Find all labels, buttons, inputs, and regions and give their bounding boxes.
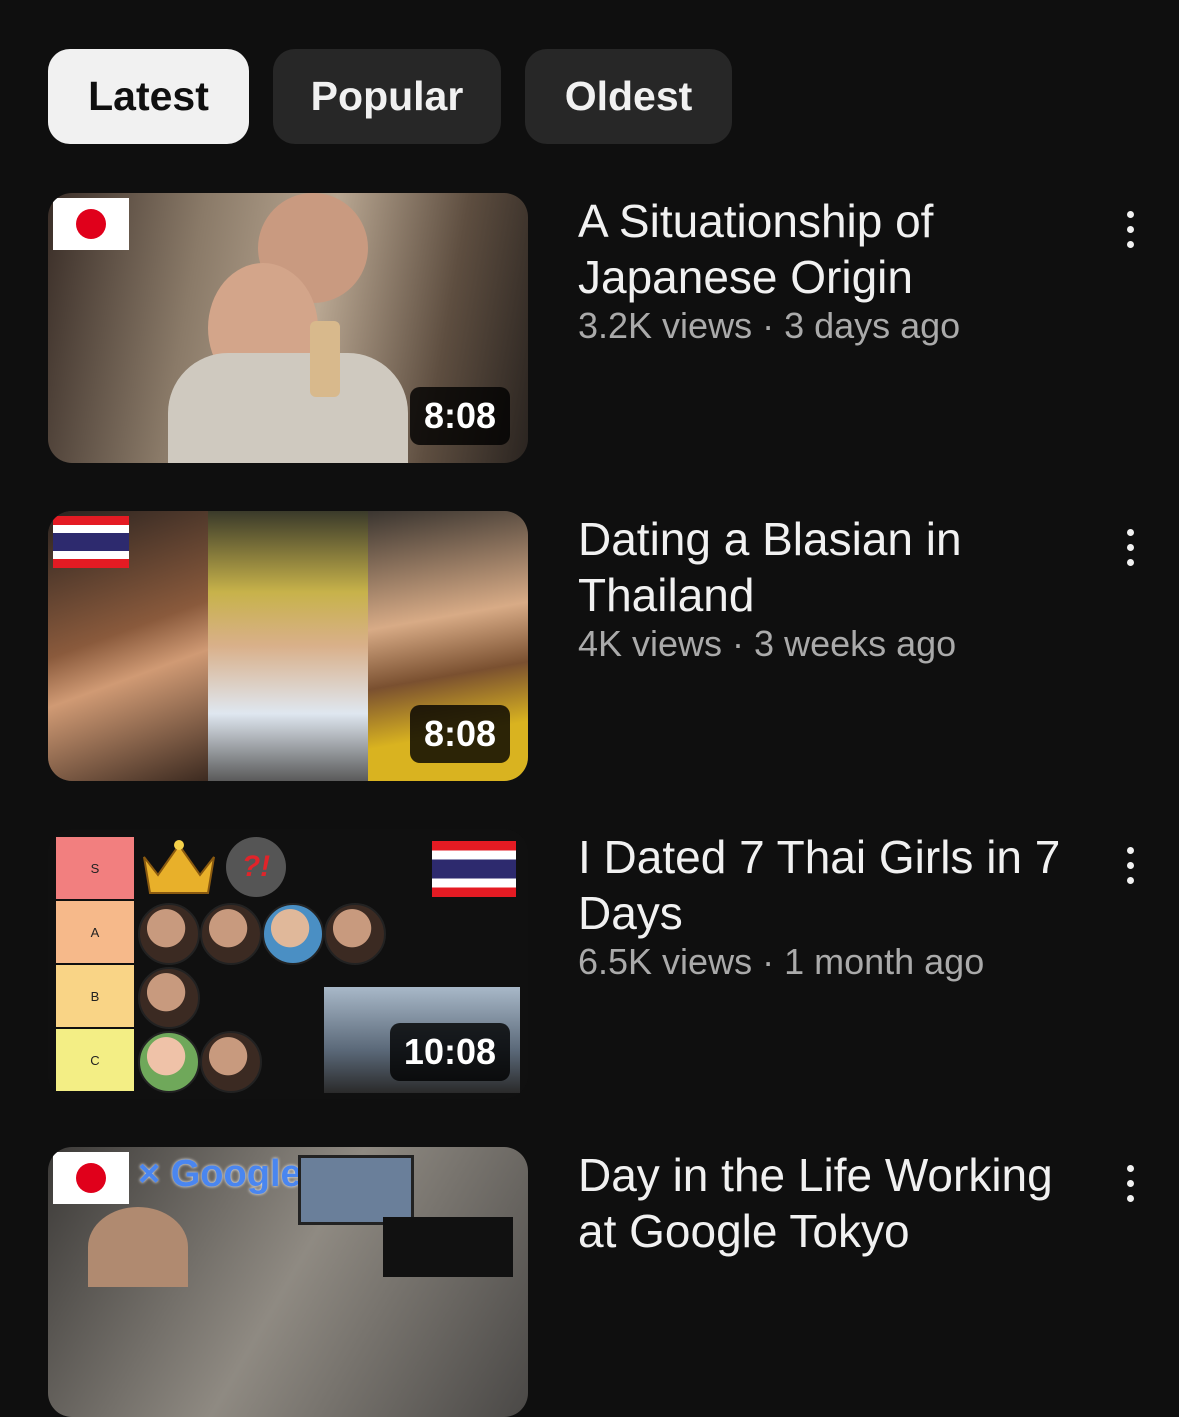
video-info: A Situationship of Japanese Origin 3.2K … bbox=[578, 193, 1098, 347]
video-item[interactable]: S A B C ?! 10:08 I Dated 7 Thai Girls in… bbox=[48, 829, 1179, 1099]
avatar bbox=[138, 903, 200, 965]
question-exclaim-badge: ?! bbox=[226, 837, 286, 897]
avatar bbox=[200, 903, 262, 965]
video-item[interactable]: 8:08 A Situationship of Japanese Origin … bbox=[48, 193, 1179, 463]
avatar bbox=[324, 903, 386, 965]
video-meta: 4K views · 3 weeks ago bbox=[578, 623, 957, 664]
chip-popular[interactable]: Popular bbox=[273, 49, 501, 144]
video-thumbnail[interactable]: × Google bbox=[48, 1147, 528, 1417]
video-duration: 10:08 bbox=[389, 1023, 510, 1081]
avatar bbox=[200, 1031, 262, 1093]
thailand-flag-icon bbox=[432, 841, 516, 897]
avatar bbox=[138, 1031, 200, 1093]
video-thumbnail[interactable]: 8:08 bbox=[48, 511, 528, 781]
tier-c-label: C bbox=[56, 1029, 134, 1091]
video-thumbnail[interactable]: 8:08 bbox=[48, 193, 528, 463]
video-title[interactable]: Dating a Blasian in Thailand bbox=[578, 511, 1098, 623]
monitor-image bbox=[383, 1217, 513, 1277]
google-logo: × Google bbox=[138, 1153, 302, 1195]
tier-b-label: B bbox=[56, 965, 134, 1027]
japan-flag-icon bbox=[53, 198, 129, 250]
thailand-flag-icon bbox=[53, 516, 129, 568]
video-info: I Dated 7 Thai Girls in 7 Days 6.5K view… bbox=[578, 829, 1098, 983]
video-info: Dating a Blasian in Thailand 4K views · … bbox=[578, 511, 1098, 665]
video-duration: 8:08 bbox=[409, 387, 510, 445]
video-thumbnail[interactable]: S A B C ?! 10:08 bbox=[48, 829, 528, 1099]
japan-flag-icon bbox=[53, 1152, 129, 1204]
avatar bbox=[262, 903, 324, 965]
more-options-icon[interactable] bbox=[1110, 519, 1150, 575]
chip-latest[interactable]: Latest bbox=[48, 49, 249, 144]
more-options-icon[interactable] bbox=[1110, 837, 1150, 893]
more-options-icon[interactable] bbox=[1110, 1155, 1150, 1211]
screen-image bbox=[298, 1155, 414, 1225]
video-meta: 3.2K views · 3 days ago bbox=[578, 305, 961, 346]
crown-icon bbox=[143, 840, 215, 894]
video-title[interactable]: Day in the Life Working at Google Tokyo bbox=[578, 1147, 1098, 1259]
chip-oldest[interactable]: Oldest bbox=[525, 49, 732, 144]
video-duration: 8:08 bbox=[409, 705, 510, 763]
tier-a-label: A bbox=[56, 901, 134, 963]
more-options-icon[interactable] bbox=[1110, 201, 1150, 257]
tier-s-label: S bbox=[56, 837, 134, 899]
filter-chips: Latest Popular Oldest bbox=[48, 49, 732, 144]
video-info: Day in the Life Working at Google Tokyo bbox=[578, 1147, 1098, 1259]
video-meta: 6.5K views · 1 month ago bbox=[578, 941, 985, 982]
person-image bbox=[88, 1207, 188, 1287]
video-item[interactable]: 8:08 Dating a Blasian in Thailand 4K vie… bbox=[48, 511, 1179, 781]
video-title[interactable]: I Dated 7 Thai Girls in 7 Days bbox=[578, 829, 1098, 941]
video-item[interactable]: × Google Day in the Life Working at Goog… bbox=[48, 1147, 1179, 1417]
avatar bbox=[138, 967, 200, 1029]
video-title[interactable]: A Situationship of Japanese Origin bbox=[578, 193, 1098, 305]
